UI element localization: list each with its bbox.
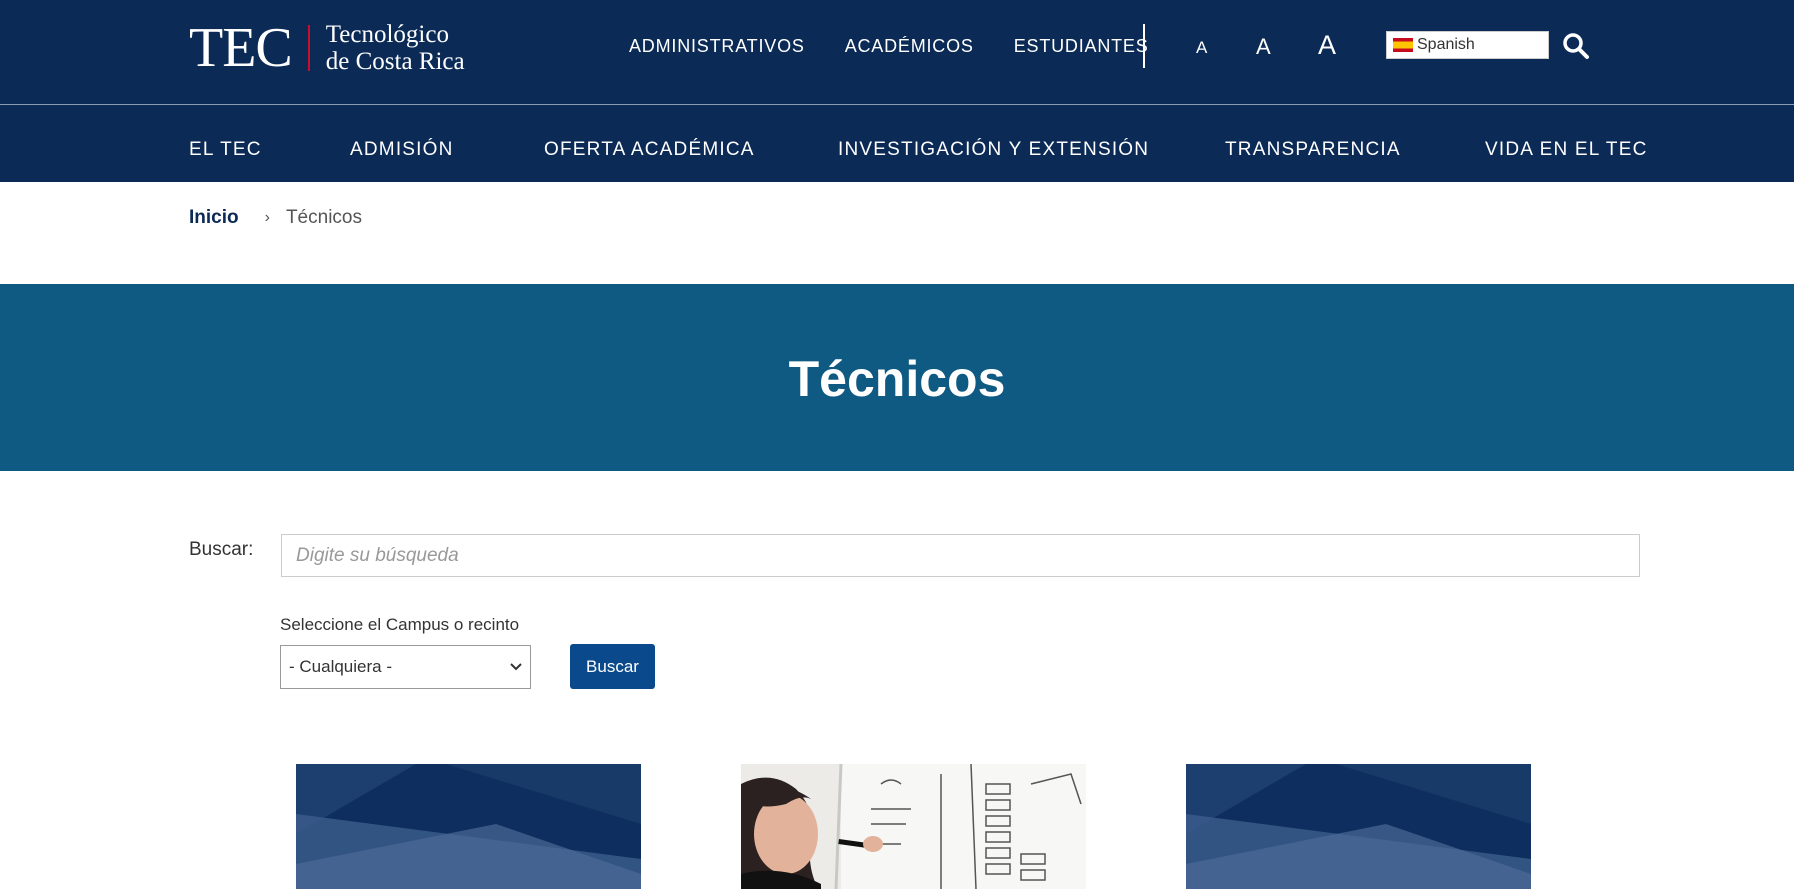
card-image-whiteboard-photo	[741, 764, 1086, 889]
nav-item-admision[interactable]: ADMISIÓN	[350, 139, 454, 161]
nav-item-investigacion-extension[interactable]: INVESTIGACIÓN Y EXTENSIÓN	[838, 139, 1149, 161]
top-links: ADMINISTRATIVOS ACADÉMICOS ESTUDIANTES	[629, 36, 1189, 57]
language-label: Spanish	[1417, 36, 1475, 53]
chevron-right-icon: ›	[264, 209, 270, 226]
page-hero: Técnicos	[0, 284, 1794, 471]
breadcrumb: Inicio › Técnicos	[189, 207, 362, 229]
font-size-medium-button[interactable]: A	[1256, 34, 1271, 60]
top-links-divider	[1143, 24, 1145, 68]
search-label: Buscar:	[189, 539, 254, 560]
campus-select[interactable]: - Cualquiera -	[280, 645, 531, 689]
nav-item-el-tec[interactable]: EL TEC	[189, 139, 262, 161]
language-selector[interactable]: Spanish	[1386, 31, 1549, 59]
chevron-down-icon	[510, 663, 522, 671]
page-title: Técnicos	[788, 351, 1006, 407]
campus-select-label: Seleccione el Campus o recinto	[280, 615, 520, 634]
tec-logo[interactable]: TEC Tecnológico de Costa Rica	[189, 20, 465, 76]
logo-mark: TEC	[189, 17, 293, 79]
nav-item-oferta-academica[interactable]: OFERTA ACADÉMICA	[544, 139, 755, 161]
program-card-2[interactable]	[741, 764, 1086, 889]
search-submit-button[interactable]: Buscar	[570, 644, 655, 689]
logo-line-1: Tecnológico	[325, 21, 449, 48]
top-bar: TEC Tecnológico de Costa Rica ADMINISTRA…	[0, 0, 1794, 104]
header-search-button[interactable]	[1562, 32, 1590, 60]
top-link-estudiantes[interactable]: ESTUDIANTES	[1014, 36, 1149, 57]
campus-selected-value: - Cualquiera -	[289, 657, 392, 676]
nav-item-transparencia[interactable]: TRANSPARENCIA	[1225, 139, 1401, 161]
main-navigation: EL TEC ADMISIÓN OFERTA ACADÉMICA INVESTI…	[0, 104, 1794, 182]
top-link-administrativos[interactable]: ADMINISTRATIVOS	[629, 36, 805, 57]
logo-text: Tecnológico de Costa Rica	[326, 21, 465, 75]
logo-line-2: de Costa Rica	[325, 48, 465, 75]
search-input[interactable]	[281, 534, 1640, 577]
search-icon	[1563, 33, 1589, 59]
card-image-geometric	[1186, 764, 1531, 889]
font-size-small-button[interactable]: A	[1196, 38, 1207, 58]
font-size-large-button[interactable]: A	[1318, 30, 1336, 61]
spain-flag-icon	[1393, 38, 1413, 52]
breadcrumb-current: Técnicos	[285, 207, 362, 228]
logo-separator	[307, 25, 310, 71]
nav-item-vida-en-el-tec[interactable]: VIDA EN EL TEC	[1485, 139, 1648, 161]
top-link-academicos[interactable]: ACADÉMICOS	[845, 36, 974, 57]
card-image-geometric	[296, 764, 641, 889]
breadcrumb-home-link[interactable]: Inicio	[189, 207, 239, 229]
program-card-3[interactable]	[1186, 764, 1531, 889]
program-card-1[interactable]	[296, 764, 641, 889]
